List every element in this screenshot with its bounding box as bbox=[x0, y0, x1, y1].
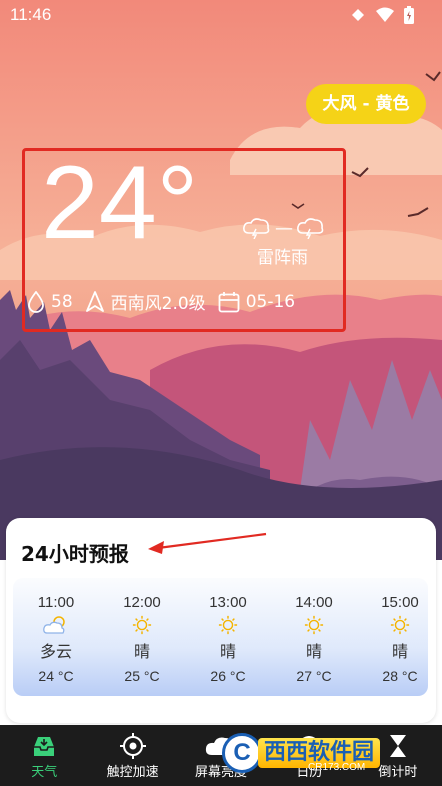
hourly-forecast-strip[interactable]: 11:00 多云 24 °C 12:00 晴 25 °C 13:00 晴 26 … bbox=[13, 578, 428, 696]
annotation-arrow-icon bbox=[148, 532, 267, 554]
nav-item-touch-speed[interactable]: 触控加速 bbox=[88, 725, 176, 786]
weather-meta-row: 58 西南风2.0级 05-16 bbox=[27, 289, 307, 314]
thunderstorm-icon bbox=[297, 218, 324, 239]
sunny-icon bbox=[218, 615, 238, 635]
sunny-icon bbox=[390, 615, 410, 635]
weather-alert-badge[interactable]: 大风 - 黄色 bbox=[306, 84, 426, 124]
calendar-icon bbox=[218, 291, 240, 312]
wifi-icon bbox=[376, 7, 394, 22]
current-weather-panel: 24° — 雷阵雨 58 西南风2.0级 05-16 bbox=[22, 145, 346, 332]
hour-item: 12:00 晴 25 °C bbox=[99, 578, 185, 696]
hour-temp: 28 °C bbox=[382, 668, 418, 684]
forecast-title: 24小时预报 bbox=[21, 542, 129, 566]
nav-item-weather[interactable]: 天气 bbox=[0, 725, 88, 786]
status-time: 11:46 bbox=[10, 5, 52, 24]
hour-condition: 晴 bbox=[305, 642, 322, 661]
navigation-arrow-icon bbox=[85, 290, 104, 312]
hour-time: 12:00 bbox=[123, 594, 161, 611]
hour-time: 14:00 bbox=[295, 594, 333, 611]
wind-value: 西南风2.0级 bbox=[110, 294, 206, 314]
wind: 西南风2.0级 bbox=[85, 289, 206, 314]
hour-condition: 多云 bbox=[39, 642, 72, 661]
status-bar: 11:46 bbox=[0, 0, 442, 30]
hour-temp: 24 °C bbox=[38, 668, 74, 684]
humidity: 58 bbox=[27, 290, 73, 313]
hour-time: 15:00 bbox=[381, 594, 419, 611]
hour-item: 15:00 晴 28 °C bbox=[357, 578, 428, 696]
hourly-forecast-card: 24小时预报 11:00 多云 24 °C 12:00 晴 25 °C 13:0… bbox=[6, 518, 436, 723]
hour-time: 11:00 bbox=[37, 594, 75, 611]
thunderstorm-icon bbox=[243, 218, 270, 239]
sunny-icon bbox=[132, 615, 152, 635]
inbox-tray-icon bbox=[34, 737, 55, 756]
sunny-icon bbox=[304, 615, 324, 635]
current-temperature: 24° bbox=[41, 145, 199, 261]
hour-condition: 晴 bbox=[133, 642, 150, 661]
humidity-value: 58 bbox=[51, 291, 73, 312]
status-icons bbox=[350, 6, 414, 24]
watermark-subtext: CR173.COM bbox=[308, 762, 366, 773]
crosshair-icon bbox=[119, 733, 146, 759]
hour-temp: 27 °C bbox=[296, 668, 332, 684]
watermark-logo: C bbox=[222, 733, 262, 773]
current-condition: 雷阵雨 bbox=[257, 248, 308, 268]
partly-cloudy-icon bbox=[43, 616, 65, 634]
date: 05-16 bbox=[218, 291, 295, 313]
hour-condition: 晴 bbox=[391, 642, 408, 661]
hour-item: 13:00 晴 26 °C bbox=[185, 578, 271, 696]
hour-temp: 25 °C bbox=[124, 668, 160, 684]
battery-icon bbox=[404, 6, 414, 24]
nav-label-weather: 天气 bbox=[31, 765, 58, 780]
condition-icons: — bbox=[243, 217, 325, 239]
cast-icon bbox=[352, 9, 364, 21]
nav-label-touch-speed: 触控加速 bbox=[106, 765, 159, 780]
hour-temp: 26 °C bbox=[210, 668, 246, 684]
hour-item: 14:00 晴 27 °C bbox=[271, 578, 357, 696]
condition-separator: — bbox=[275, 217, 293, 239]
date-value: 05-16 bbox=[245, 291, 296, 312]
hour-item: 11:00 多云 24 °C bbox=[13, 578, 99, 696]
site-watermark: C 西西软件园 CR173.COM bbox=[222, 728, 432, 778]
hour-condition: 晴 bbox=[219, 642, 236, 661]
hour-time: 13:00 bbox=[209, 594, 247, 611]
water-drop-icon bbox=[28, 290, 44, 313]
